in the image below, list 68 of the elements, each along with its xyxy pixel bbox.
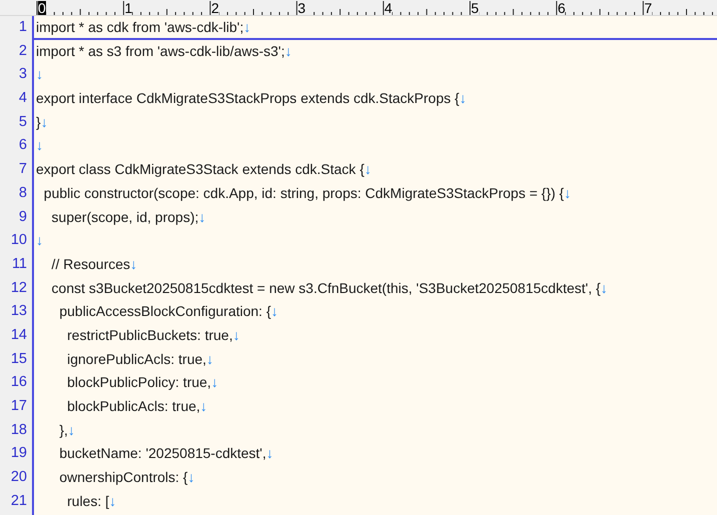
code-text: publicAccessBlockConfiguration: { [58,302,272,322]
code-text: const s3Bucket20250815cdktest = new s3.CfnBucket(this, 'S3Bucket20250815cdktest', { [50,278,601,298]
code-text: ownershipControls: { [58,468,188,488]
line-number: 12 [10,278,28,298]
line-number: 20 [10,468,28,488]
ruler-label: 3 [298,1,306,15]
line-number: 17 [10,397,28,416]
code-text: export interface CdkMigrateS3StackProps extends cdk.StackProps { [36,89,460,108]
newline-mark: ↓ [36,65,43,84]
code-text: ignorePublicAcls: true, [66,350,206,369]
code-text: import * as s3 from 'aws-cdk-lib/aws-s3'; [36,42,285,61]
line-number: 11 [10,254,28,274]
code-text: // Resources [50,254,130,274]
line-number: 10 [10,231,28,250]
code-text: }, [58,420,68,440]
newline-mark: ↓ [68,420,75,440]
newline-mark: ↓ [36,136,43,156]
ruler-cursor-label: 0 [38,1,46,15]
code-text: restrictPublicBuckets: true, [66,326,233,345]
newline-mark: ↓ [266,444,274,464]
newline-mark: ↓ [284,42,292,61]
newline-mark: ↓ [36,231,43,250]
code-text: import * as cdk from 'aws-cdk-lib'; [36,18,244,37]
line-number: 1 [18,18,28,37]
ruler-label: 7 [644,1,652,15]
code-text: } [36,112,41,132]
code-text: rules: [ [66,492,110,511]
newline-mark: ↓ [564,184,571,203]
code-text: bucketName: '20250815-cdktest', [58,444,266,464]
line-number: 18 [10,420,28,440]
newline-mark: ↓ [130,254,138,274]
newline-mark: ↓ [600,278,608,298]
newline-mark: ↓ [211,373,218,392]
newline-mark: ↓ [198,208,206,226]
line-number: 5 [18,112,28,132]
ruler-label: 2 [211,1,219,15]
ruler-label: 4 [384,1,392,15]
newline-mark: ↓ [200,397,208,416]
code-text: export class CdkMigrateS3Stack extends cdk.Stack { [36,160,364,180]
line-number: 6 [18,136,28,156]
newline-mark: ↓ [244,18,251,37]
code-text: blockPublicPolicy: true, [66,373,212,392]
line-number: 16 [10,373,28,392]
newline-mark: ↓ [109,492,116,511]
line-number: 15 [10,350,28,369]
line-number: 2 [18,42,28,61]
ruler-label: 6 [558,1,566,15]
line-number: 3 [18,65,28,84]
newline-mark: ↓ [188,468,195,488]
line-number: 14 [10,326,28,345]
ruler-label: 5 [471,1,479,15]
line-number: 4 [18,89,28,108]
line-number: 19 [10,444,28,464]
line-number: 13 [10,302,28,322]
code-text: blockPublicAcls: true, [66,397,200,416]
line-number: 8 [18,184,28,203]
newline-mark: ↓ [40,112,48,132]
code-text: public constructor(scope: cdk.App, id: string, props: CdkMigrateS3StackProps = {}) { [42,184,564,203]
newline-mark: ↓ [459,89,466,108]
line-number: 7 [18,160,28,180]
newline-mark: ↓ [364,160,372,180]
line-number: 21 [10,492,28,511]
ruler-label: 1 [124,1,132,15]
newline-mark: ↓ [206,350,214,369]
line-number: 9 [18,208,28,226]
code-text: super(scope, id, props); [50,208,199,227]
newline-mark: ↓ [232,326,240,345]
newline-mark: ↓ [271,302,278,322]
